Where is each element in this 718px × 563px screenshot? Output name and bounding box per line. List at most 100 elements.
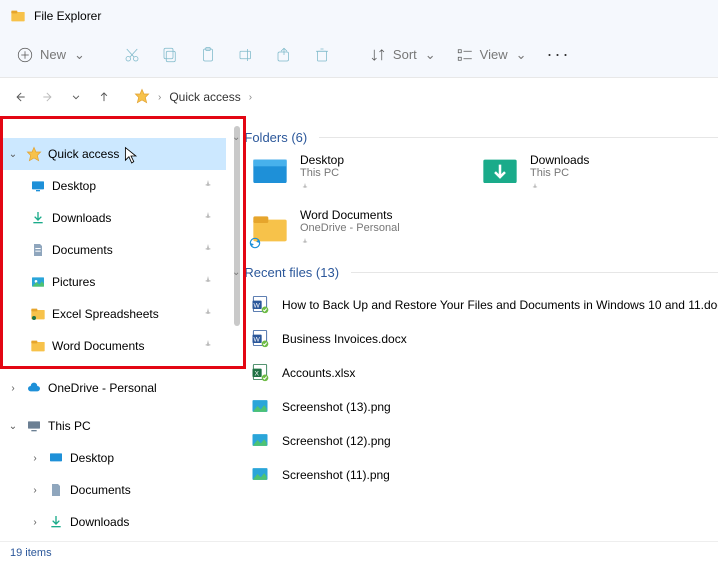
status-text: 19 items: [10, 547, 52, 559]
download-icon: [28, 210, 48, 226]
file-item[interactable]: Screenshot (12).png: [250, 424, 718, 458]
sidebar-item-onedrive[interactable]: › OneDrive - Personal: [0, 372, 226, 404]
file-item[interactable]: Screenshot (11).png: [250, 458, 718, 492]
folders-header[interactable]: ⌄ Folders (6): [232, 130, 718, 145]
sidebar-item-pc-documents[interactable]: › Documents: [0, 474, 226, 506]
sidebar-item-pc-desktop[interactable]: › Desktop: [0, 442, 226, 474]
folder-location: This PC: [530, 167, 589, 179]
sidebar-item-label: OneDrive - Personal: [48, 381, 157, 395]
pin-icon: [300, 237, 310, 247]
sidebar-item-label: Quick access: [48, 147, 119, 161]
folder-name: Downloads: [530, 153, 589, 167]
status-bar: 19 items: [0, 541, 718, 563]
sidebar-item-desktop[interactable]: Desktop: [0, 170, 226, 202]
pin-icon: [300, 182, 310, 192]
ellipsis-icon: ···: [547, 44, 571, 65]
cut-button[interactable]: [113, 38, 151, 72]
sidebar-item-label: This PC: [48, 419, 91, 433]
sidebar-item-pc-downloads[interactable]: › Downloads: [0, 506, 226, 538]
file-item[interactable]: W How to Back Up and Restore Your Files …: [250, 288, 718, 322]
copy-button[interactable]: [151, 38, 189, 72]
share-button[interactable]: [265, 38, 303, 72]
sidebar-item-this-pc[interactable]: ⌄ This PC: [0, 410, 226, 442]
sidebar-item-quick-access[interactable]: ⌄ Quick access: [0, 138, 226, 170]
rename-button[interactable]: [227, 38, 265, 72]
address-bar[interactable]: › Quick access ›: [126, 83, 712, 111]
delete-button[interactable]: [303, 38, 341, 72]
recent-section: ⌄ Recent files (13) W How to Back Up and…: [232, 265, 718, 492]
navigation-bar: › Quick access ›: [0, 78, 718, 116]
sidebar-item-label: Downloads: [70, 515, 129, 529]
navigation-pane: ⌄ Quick access Desktop Downloads Documen…: [0, 116, 226, 541]
chevron-right-icon: ›: [6, 383, 20, 394]
recent-header[interactable]: ⌄ Recent files (13): [232, 265, 718, 280]
address-location: Quick access: [169, 90, 240, 104]
chevron-right-icon: ›: [158, 92, 161, 103]
sidebar-item-pictures[interactable]: Pictures: [0, 266, 226, 298]
file-item[interactable]: Screenshot (13).png: [250, 390, 718, 424]
sidebar-item-excel[interactable]: Excel Spreadsheets: [0, 298, 226, 330]
sidebar-item-label: Downloads: [52, 211, 111, 225]
image-icon: [250, 396, 270, 419]
folder-item[interactable]: Downloads This PC: [480, 153, 680, 196]
sort-button[interactable]: Sort ⌄: [359, 38, 446, 72]
paste-button[interactable]: [189, 38, 227, 72]
back-button[interactable]: [6, 83, 34, 111]
document-icon: [28, 242, 48, 258]
star-icon: [134, 88, 150, 107]
sync-icon: [248, 236, 262, 250]
file-name: Screenshot (13).png: [282, 400, 391, 414]
pc-icon: [24, 418, 44, 434]
history-button[interactable]: [62, 83, 90, 111]
new-label: New: [40, 47, 66, 62]
sidebar-item-documents[interactable]: Documents: [0, 234, 226, 266]
file-item[interactable]: X Accounts.xlsx: [250, 356, 718, 390]
chevron-right-icon: ›: [28, 485, 42, 496]
file-name: Accounts.xlsx: [282, 366, 355, 380]
recent-title: Recent files (13): [244, 265, 339, 280]
sidebar-item-word[interactable]: Word Documents: [0, 330, 226, 362]
desktop-icon: [250, 153, 290, 196]
forward-button[interactable]: [34, 83, 62, 111]
chevron-right-icon: ›: [28, 453, 42, 464]
chevron-down-icon: ⌄: [6, 421, 20, 432]
file-name: Screenshot (12).png: [282, 434, 391, 448]
svg-text:X: X: [254, 370, 259, 377]
cloud-icon: [24, 380, 44, 396]
sidebar-item-label: Desktop: [52, 179, 96, 193]
up-button[interactable]: [90, 83, 118, 111]
chevron-down-icon: ⌄: [232, 132, 240, 143]
excel-icon: X: [250, 362, 270, 385]
image-icon: [250, 430, 270, 453]
toolbar: New ⌄ Sort ⌄ View ⌄ ···: [0, 32, 718, 78]
view-button[interactable]: View ⌄: [446, 38, 537, 72]
folder-icon: [28, 338, 48, 354]
chevron-right-icon: ›: [28, 517, 42, 528]
download-icon: [480, 153, 520, 196]
chevron-right-icon: ›: [249, 92, 252, 103]
sidebar-item-downloads[interactable]: Downloads: [0, 202, 226, 234]
sidebar-item-label: Documents: [70, 483, 131, 497]
sidebar-item-label: Documents: [52, 243, 113, 257]
folder-icon: [28, 306, 48, 322]
image-icon: [250, 464, 270, 487]
sidebar-item-label: Excel Spreadsheets: [52, 307, 159, 321]
folders-section: ⌄ Folders (6) Desktop This PC Download: [232, 130, 718, 251]
document-icon: [46, 482, 66, 498]
more-button[interactable]: ···: [537, 38, 581, 72]
new-button[interactable]: New ⌄: [6, 38, 95, 72]
sidebar-item-label: Pictures: [52, 275, 95, 289]
star-icon: [24, 146, 44, 162]
pin-icon: [202, 243, 214, 258]
title-bar: File Explorer: [0, 0, 718, 32]
folder-item[interactable]: Desktop This PC: [250, 153, 450, 196]
pin-icon: [202, 275, 214, 290]
word-icon: W: [250, 294, 270, 317]
folder-location: This PC: [300, 167, 344, 179]
file-item[interactable]: W Business Invoices.docx: [250, 322, 718, 356]
folder-item[interactable]: Word Documents OneDrive - Personal: [250, 208, 450, 251]
pin-icon: [202, 307, 214, 322]
desktop-icon: [28, 178, 48, 194]
chevron-down-icon: ⌄: [232, 267, 240, 278]
folder-name: Word Documents: [300, 208, 400, 222]
